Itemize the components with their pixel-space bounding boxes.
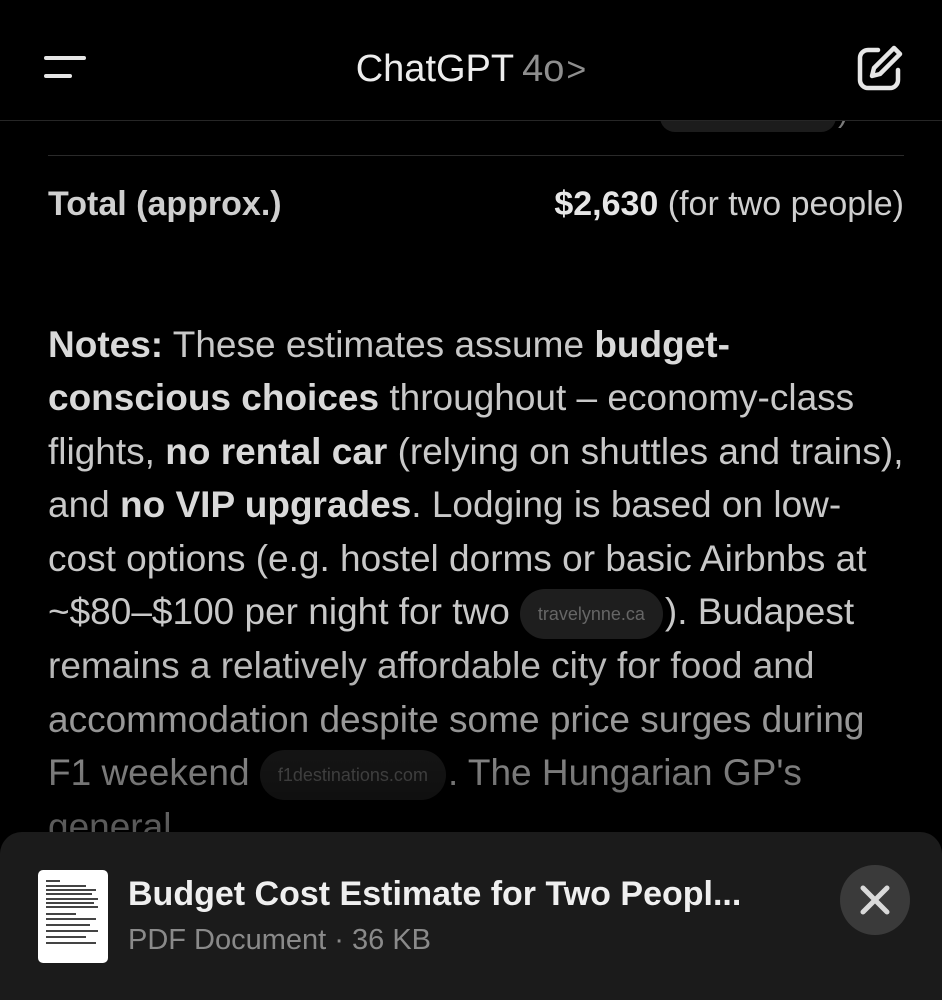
source-citation-chip[interactable]: f1destinations.com — [259, 750, 446, 801]
table-divider — [48, 155, 904, 156]
chevron-right-icon: > — [566, 51, 587, 89]
document-title: Budget Cost Estimate for Two Peopl... — [128, 875, 742, 913]
new-chat-edit-icon — [857, 45, 903, 91]
total-label: Total (approx.) — [48, 185, 282, 223]
close-button[interactable] — [840, 865, 910, 935]
attachment-bar[interactable]: Budget Cost Estimate for Two Peopl... PD… — [0, 832, 942, 1000]
total-note: (for two people) — [667, 185, 904, 223]
close-icon — [860, 885, 890, 915]
notes-text: These estimates assume — [163, 324, 595, 365]
new-chat-button[interactable] — [854, 42, 906, 94]
notes-bold: no rental car — [165, 430, 388, 472]
model-selector[interactable]: ChatGPT 4o> — [0, 44, 942, 95]
notes-paragraph: Notes: These estimates assume budget-con… — [48, 318, 908, 854]
notes-label: Notes: — [48, 324, 164, 365]
model-name: 4o — [522, 48, 565, 90]
total-amount: $2,630 — [554, 185, 659, 223]
app-title: ChatGPT — [355, 48, 515, 90]
table-row-total: Total (approx.) $2,630 (for two people) — [48, 178, 904, 230]
pdf-thumbnail — [38, 870, 108, 963]
top-bar: ChatGPT 4o> — [0, 0, 942, 121]
document-meta: PDF Document · 36 KB — [128, 924, 431, 956]
total-value: $2,630 (for two people) — [554, 178, 904, 230]
notes-bold: no VIP upgrades — [120, 484, 412, 526]
source-citation-chip[interactable]: travelynne.ca — [519, 589, 663, 640]
